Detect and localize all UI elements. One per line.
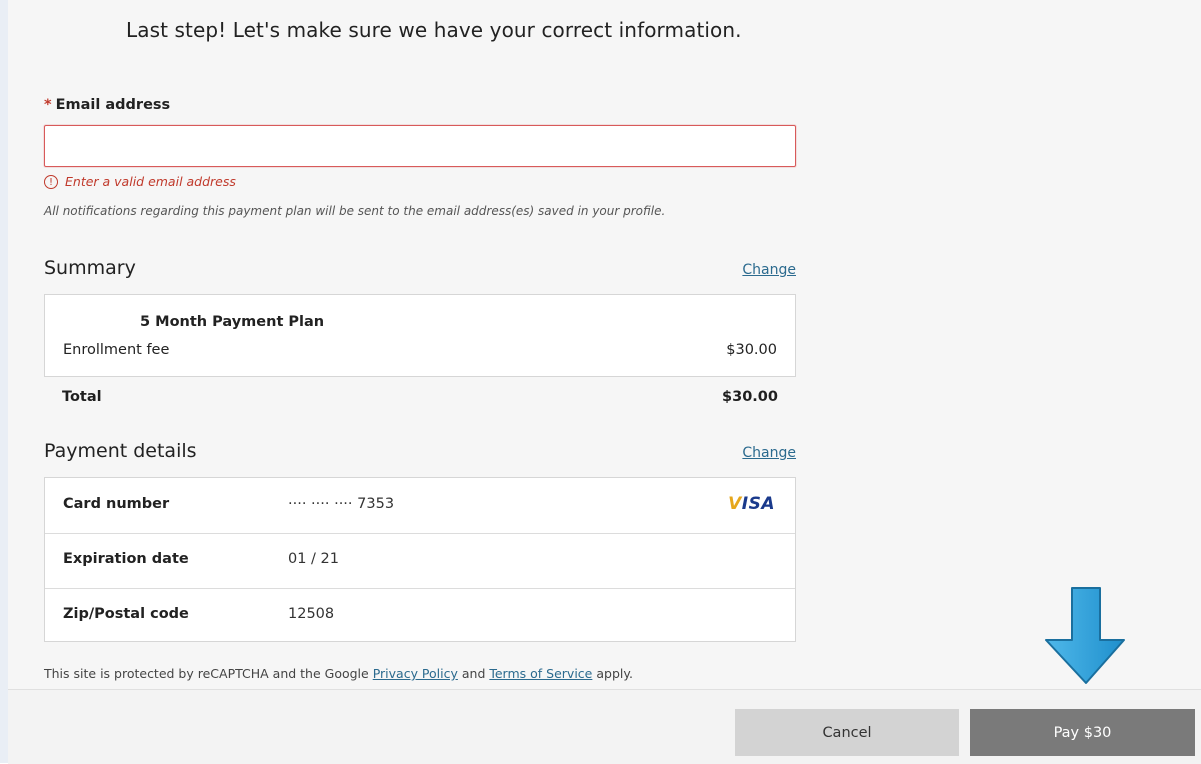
card-number-value: ···· ···· ···· 7353 — [288, 496, 395, 512]
email-label-text: Email address — [55, 97, 171, 113]
payment-details-title: Payment details — [44, 440, 197, 462]
cancel-button[interactable]: Cancel — [735, 709, 959, 756]
total-label: Total — [62, 389, 102, 405]
payment-change-link[interactable]: Change — [742, 445, 796, 461]
expiration-row: Expiration date 01 / 21 — [45, 533, 795, 589]
privacy-policy-link[interactable]: Privacy Policy — [373, 666, 458, 681]
action-footer: Cancel Pay $30 — [8, 689, 1201, 764]
recaptcha-notice: This site is protected by reCAPTCHA and … — [44, 666, 633, 681]
summary-change-link[interactable]: Change — [742, 262, 796, 278]
zip-row: Zip/Postal code 12508 — [45, 588, 795, 643]
left-edge-strip — [0, 0, 8, 763]
enrollment-fee-label: Enrollment fee — [63, 342, 170, 358]
card-number-row: Card number ···· ···· ···· 7353 VISA — [45, 478, 795, 534]
email-note: All notifications regarding this payment… — [44, 204, 666, 218]
zip-value: 12508 — [288, 606, 335, 622]
required-marker: * — [44, 97, 52, 113]
email-label: * Email address — [44, 97, 170, 113]
arrow-down-icon — [1045, 587, 1125, 684]
zip-label: Zip/Postal code — [63, 606, 189, 622]
email-error: ! Enter a valid email address — [44, 174, 236, 189]
email-input[interactable] — [44, 125, 796, 167]
plan-name: 5 Month Payment Plan — [140, 314, 325, 330]
pay-button[interactable]: Pay $30 — [970, 709, 1195, 756]
summary-box: 5 Month Payment Plan Enrollment fee $30.… — [44, 294, 796, 377]
terms-of-service-link[interactable]: Terms of Service — [489, 666, 592, 681]
expiration-value: 01 / 21 — [288, 551, 340, 567]
visa-logo-icon: VISA — [728, 494, 775, 514]
expiration-label: Expiration date — [63, 551, 189, 567]
payment-details-box: Card number ···· ···· ···· 7353 VISA Exp… — [44, 477, 796, 642]
page-title: Last step! Let's make sure we have your … — [126, 18, 742, 42]
error-circle-icon: ! — [44, 174, 58, 189]
enrollment-fee-amount: $30.00 — [726, 342, 777, 358]
summary-title: Summary — [44, 257, 136, 279]
email-error-text: Enter a valid email address — [65, 174, 236, 189]
total-amount: $30.00 — [722, 389, 778, 405]
card-number-label: Card number — [63, 496, 170, 512]
checkout-page: Last step! Let's make sure we have your … — [0, 0, 1201, 764]
total-row: Total $30.00 — [44, 377, 796, 417]
